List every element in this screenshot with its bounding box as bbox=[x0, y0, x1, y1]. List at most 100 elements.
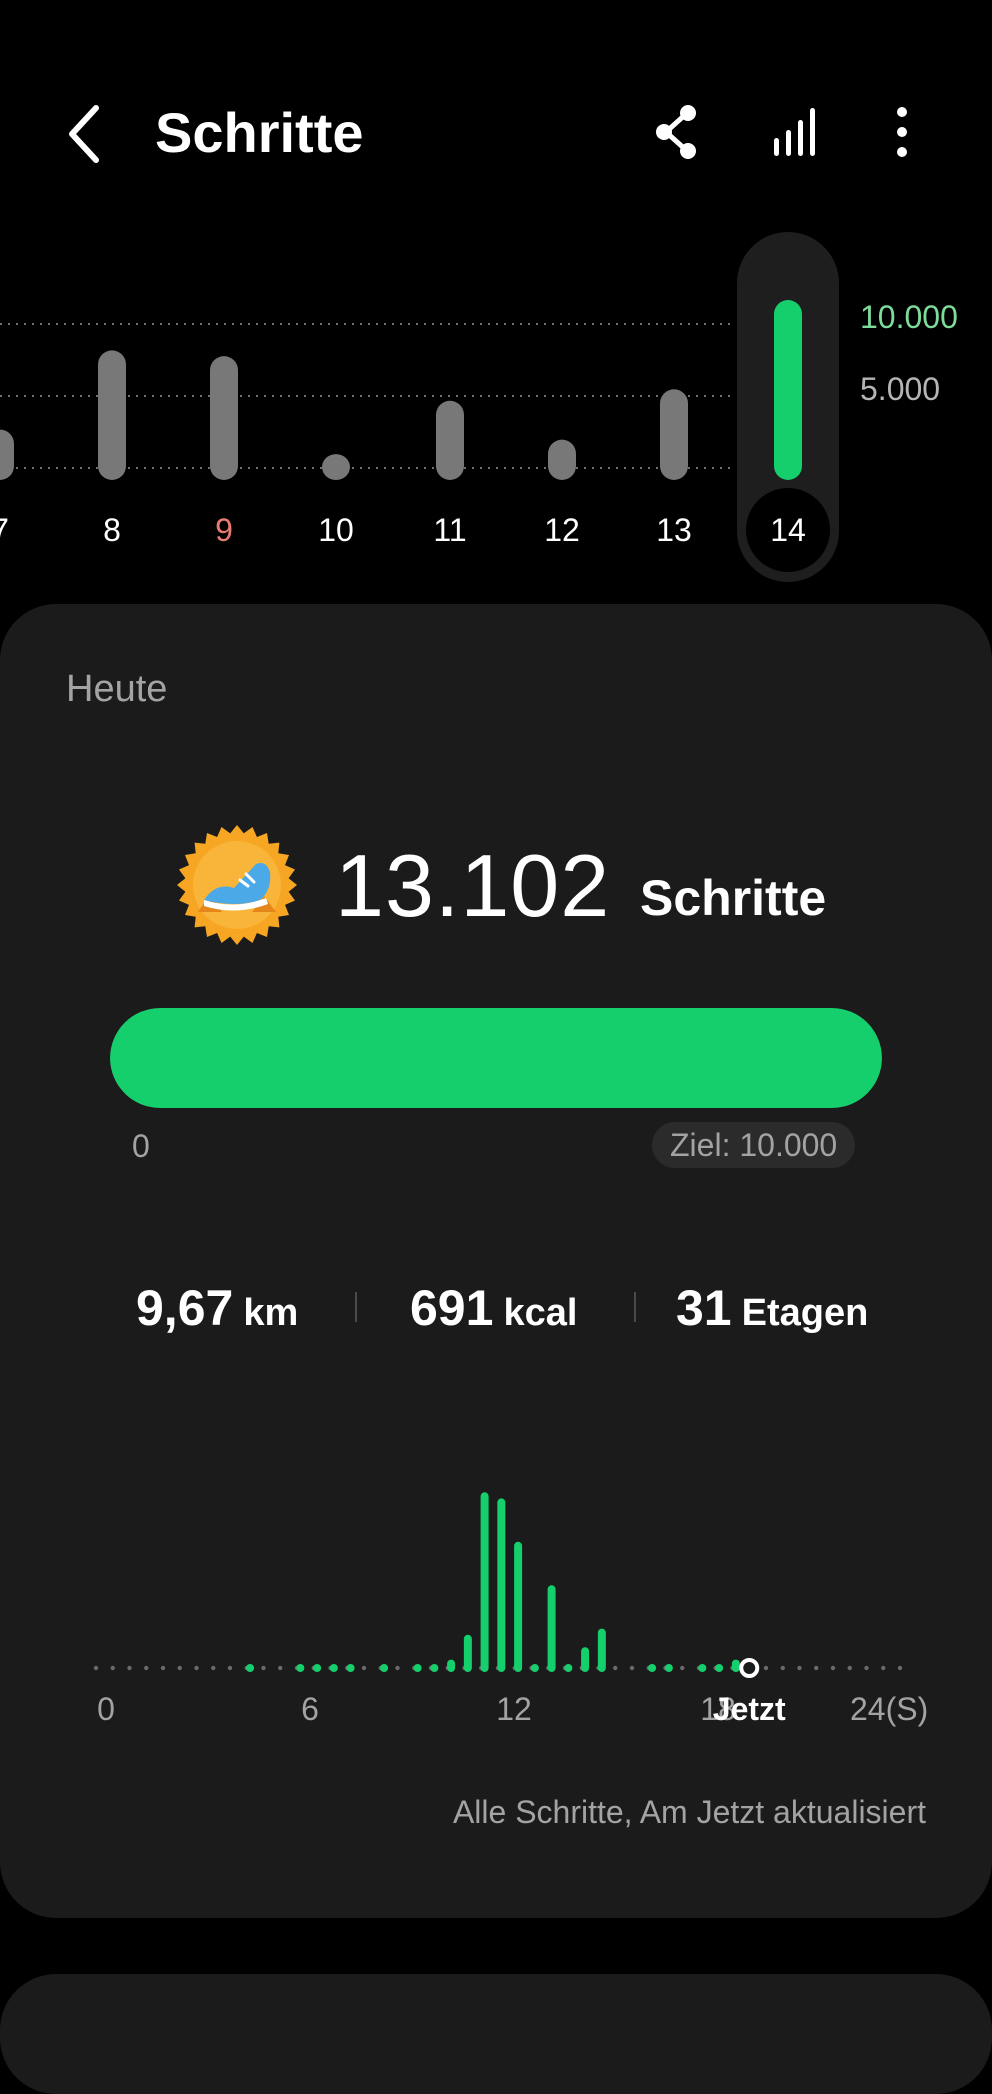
hour-bar[interactable] bbox=[413, 1664, 422, 1672]
hour-bar[interactable] bbox=[514, 1541, 523, 1672]
hour-dot bbox=[395, 1665, 400, 1671]
weekly-day-label[interactable]: 10 bbox=[318, 512, 354, 548]
weekly-day-label[interactable]: 13 bbox=[656, 512, 692, 548]
hour-dot bbox=[680, 1665, 685, 1671]
floors-unit: Etagen bbox=[741, 1292, 869, 1334]
signal-bars-icon bbox=[774, 108, 815, 156]
hour-axis-label: 6 bbox=[301, 1691, 319, 1727]
steps-unit: Schritte bbox=[640, 870, 827, 926]
hour-bar[interactable] bbox=[313, 1664, 322, 1672]
update-note: Alle Schritte, Am Jetzt aktualisiert bbox=[452, 1794, 926, 1830]
today-label: Heute bbox=[66, 668, 168, 710]
hour-bar[interactable] bbox=[597, 1628, 606, 1672]
calories-metric: 691 kcal bbox=[410, 1278, 577, 1351]
hour-bar[interactable] bbox=[246, 1664, 255, 1672]
steps-count: 13.102 bbox=[335, 836, 611, 935]
hour-dot bbox=[613, 1665, 618, 1671]
weekly-day-label[interactable]: 8 bbox=[103, 512, 121, 548]
metric-divider bbox=[355, 1292, 357, 1322]
metric-divider bbox=[634, 1292, 636, 1322]
hour-bar[interactable] bbox=[346, 1664, 355, 1672]
back-button[interactable] bbox=[56, 96, 116, 172]
hour-axis-label: 24(S) bbox=[850, 1691, 928, 1727]
weekly-day-label[interactable]: 14 bbox=[770, 512, 806, 548]
hour-dot bbox=[127, 1665, 132, 1671]
weekly-steps-chart[interactable]: 7 8 9 10 11 12 13 14 10.000 5.000 bbox=[0, 228, 992, 588]
weekly-goal-tick: 10.000 bbox=[860, 299, 958, 335]
hour-bar[interactable] bbox=[581, 1647, 590, 1672]
hour-bar[interactable] bbox=[463, 1634, 472, 1672]
hour-dot bbox=[261, 1665, 266, 1671]
steps-progress-bar bbox=[110, 1008, 882, 1108]
page-title: Schritte bbox=[155, 101, 364, 164]
weekly-bar[interactable] bbox=[660, 389, 688, 480]
calories-value: 691 bbox=[410, 1280, 494, 1336]
hour-axis-label: 0 bbox=[97, 1691, 115, 1727]
distance-metric: 9,67 km bbox=[136, 1278, 298, 1351]
hour-bar[interactable] bbox=[648, 1664, 657, 1672]
more-options-button[interactable] bbox=[872, 102, 932, 162]
share-icon bbox=[656, 105, 696, 159]
weekly-bar[interactable] bbox=[436, 400, 464, 480]
hour-dot bbox=[278, 1665, 283, 1671]
hour-dot bbox=[830, 1665, 836, 1671]
hour-dot bbox=[897, 1665, 903, 1671]
share-button[interactable] bbox=[648, 102, 708, 162]
weekly-day-label[interactable]: 11 bbox=[433, 512, 466, 548]
hour-dot bbox=[629, 1665, 635, 1671]
hour-bar[interactable] bbox=[497, 1498, 506, 1672]
hourly-steps-chart[interactable]: 0 6 12 18 24(S)Jetzt bbox=[0, 1440, 992, 1740]
distance-value: 9,67 bbox=[136, 1280, 234, 1336]
weekly-day-label[interactable]: 12 bbox=[544, 512, 580, 548]
hour-bar[interactable] bbox=[480, 1492, 489, 1672]
hour-bar[interactable] bbox=[731, 1659, 740, 1672]
next-card bbox=[0, 1974, 992, 2094]
calories-unit: kcal bbox=[503, 1292, 578, 1334]
hour-dot bbox=[93, 1665, 99, 1671]
hour-bar[interactable] bbox=[380, 1664, 389, 1672]
running-shoe-badge-icon bbox=[177, 825, 297, 945]
hour-bar[interactable] bbox=[296, 1664, 305, 1672]
weekly-tick: 5.000 bbox=[860, 371, 940, 407]
weekly-bar[interactable] bbox=[98, 350, 126, 480]
hour-dot bbox=[881, 1665, 886, 1671]
weekly-bar[interactable] bbox=[774, 300, 802, 480]
hour-dot bbox=[780, 1665, 785, 1671]
hour-bar[interactable] bbox=[664, 1664, 673, 1672]
steps-progress-fill bbox=[110, 1008, 882, 1108]
hour-dot bbox=[763, 1665, 769, 1671]
hour-bar[interactable] bbox=[715, 1664, 724, 1672]
hour-bar[interactable] bbox=[547, 1585, 556, 1672]
hour-dot bbox=[847, 1665, 852, 1671]
weekly-day-label[interactable]: 7 bbox=[0, 512, 9, 548]
floors-value: 31 bbox=[676, 1280, 732, 1336]
hour-bar[interactable] bbox=[530, 1664, 539, 1672]
weekly-bar[interactable] bbox=[0, 429, 14, 480]
statistics-button[interactable] bbox=[766, 102, 826, 162]
weekly-bar[interactable] bbox=[322, 454, 350, 480]
hour-bar[interactable] bbox=[430, 1664, 439, 1672]
weekly-bar[interactable] bbox=[210, 356, 238, 480]
distance-unit: km bbox=[243, 1292, 299, 1334]
hour-dot bbox=[144, 1665, 149, 1671]
now-marker bbox=[739, 1658, 760, 1678]
hour-bar[interactable] bbox=[329, 1664, 338, 1672]
weekly-bar[interactable] bbox=[548, 439, 576, 480]
hour-bar[interactable] bbox=[698, 1664, 707, 1672]
chevron-left-icon bbox=[69, 105, 99, 163]
hour-bar[interactable] bbox=[564, 1664, 573, 1672]
hour-dot bbox=[160, 1665, 166, 1671]
hour-dot bbox=[864, 1665, 869, 1671]
more-vertical-icon bbox=[897, 107, 907, 157]
hour-bar[interactable] bbox=[447, 1659, 456, 1672]
hour-dot bbox=[797, 1665, 802, 1671]
weekly-day-label[interactable]: 9 bbox=[215, 512, 233, 548]
hour-dot bbox=[361, 1665, 367, 1671]
hour-dot bbox=[110, 1665, 115, 1671]
hour-axis-label: 12 bbox=[496, 1691, 532, 1727]
progress-min-label: 0 bbox=[132, 1128, 150, 1164]
hour-dot bbox=[177, 1665, 182, 1671]
now-label: Jetzt bbox=[713, 1691, 786, 1727]
floors-metric: 31 Etagen bbox=[676, 1278, 868, 1351]
goal-badge[interactable]: Ziel: 10.000 bbox=[652, 1122, 856, 1168]
